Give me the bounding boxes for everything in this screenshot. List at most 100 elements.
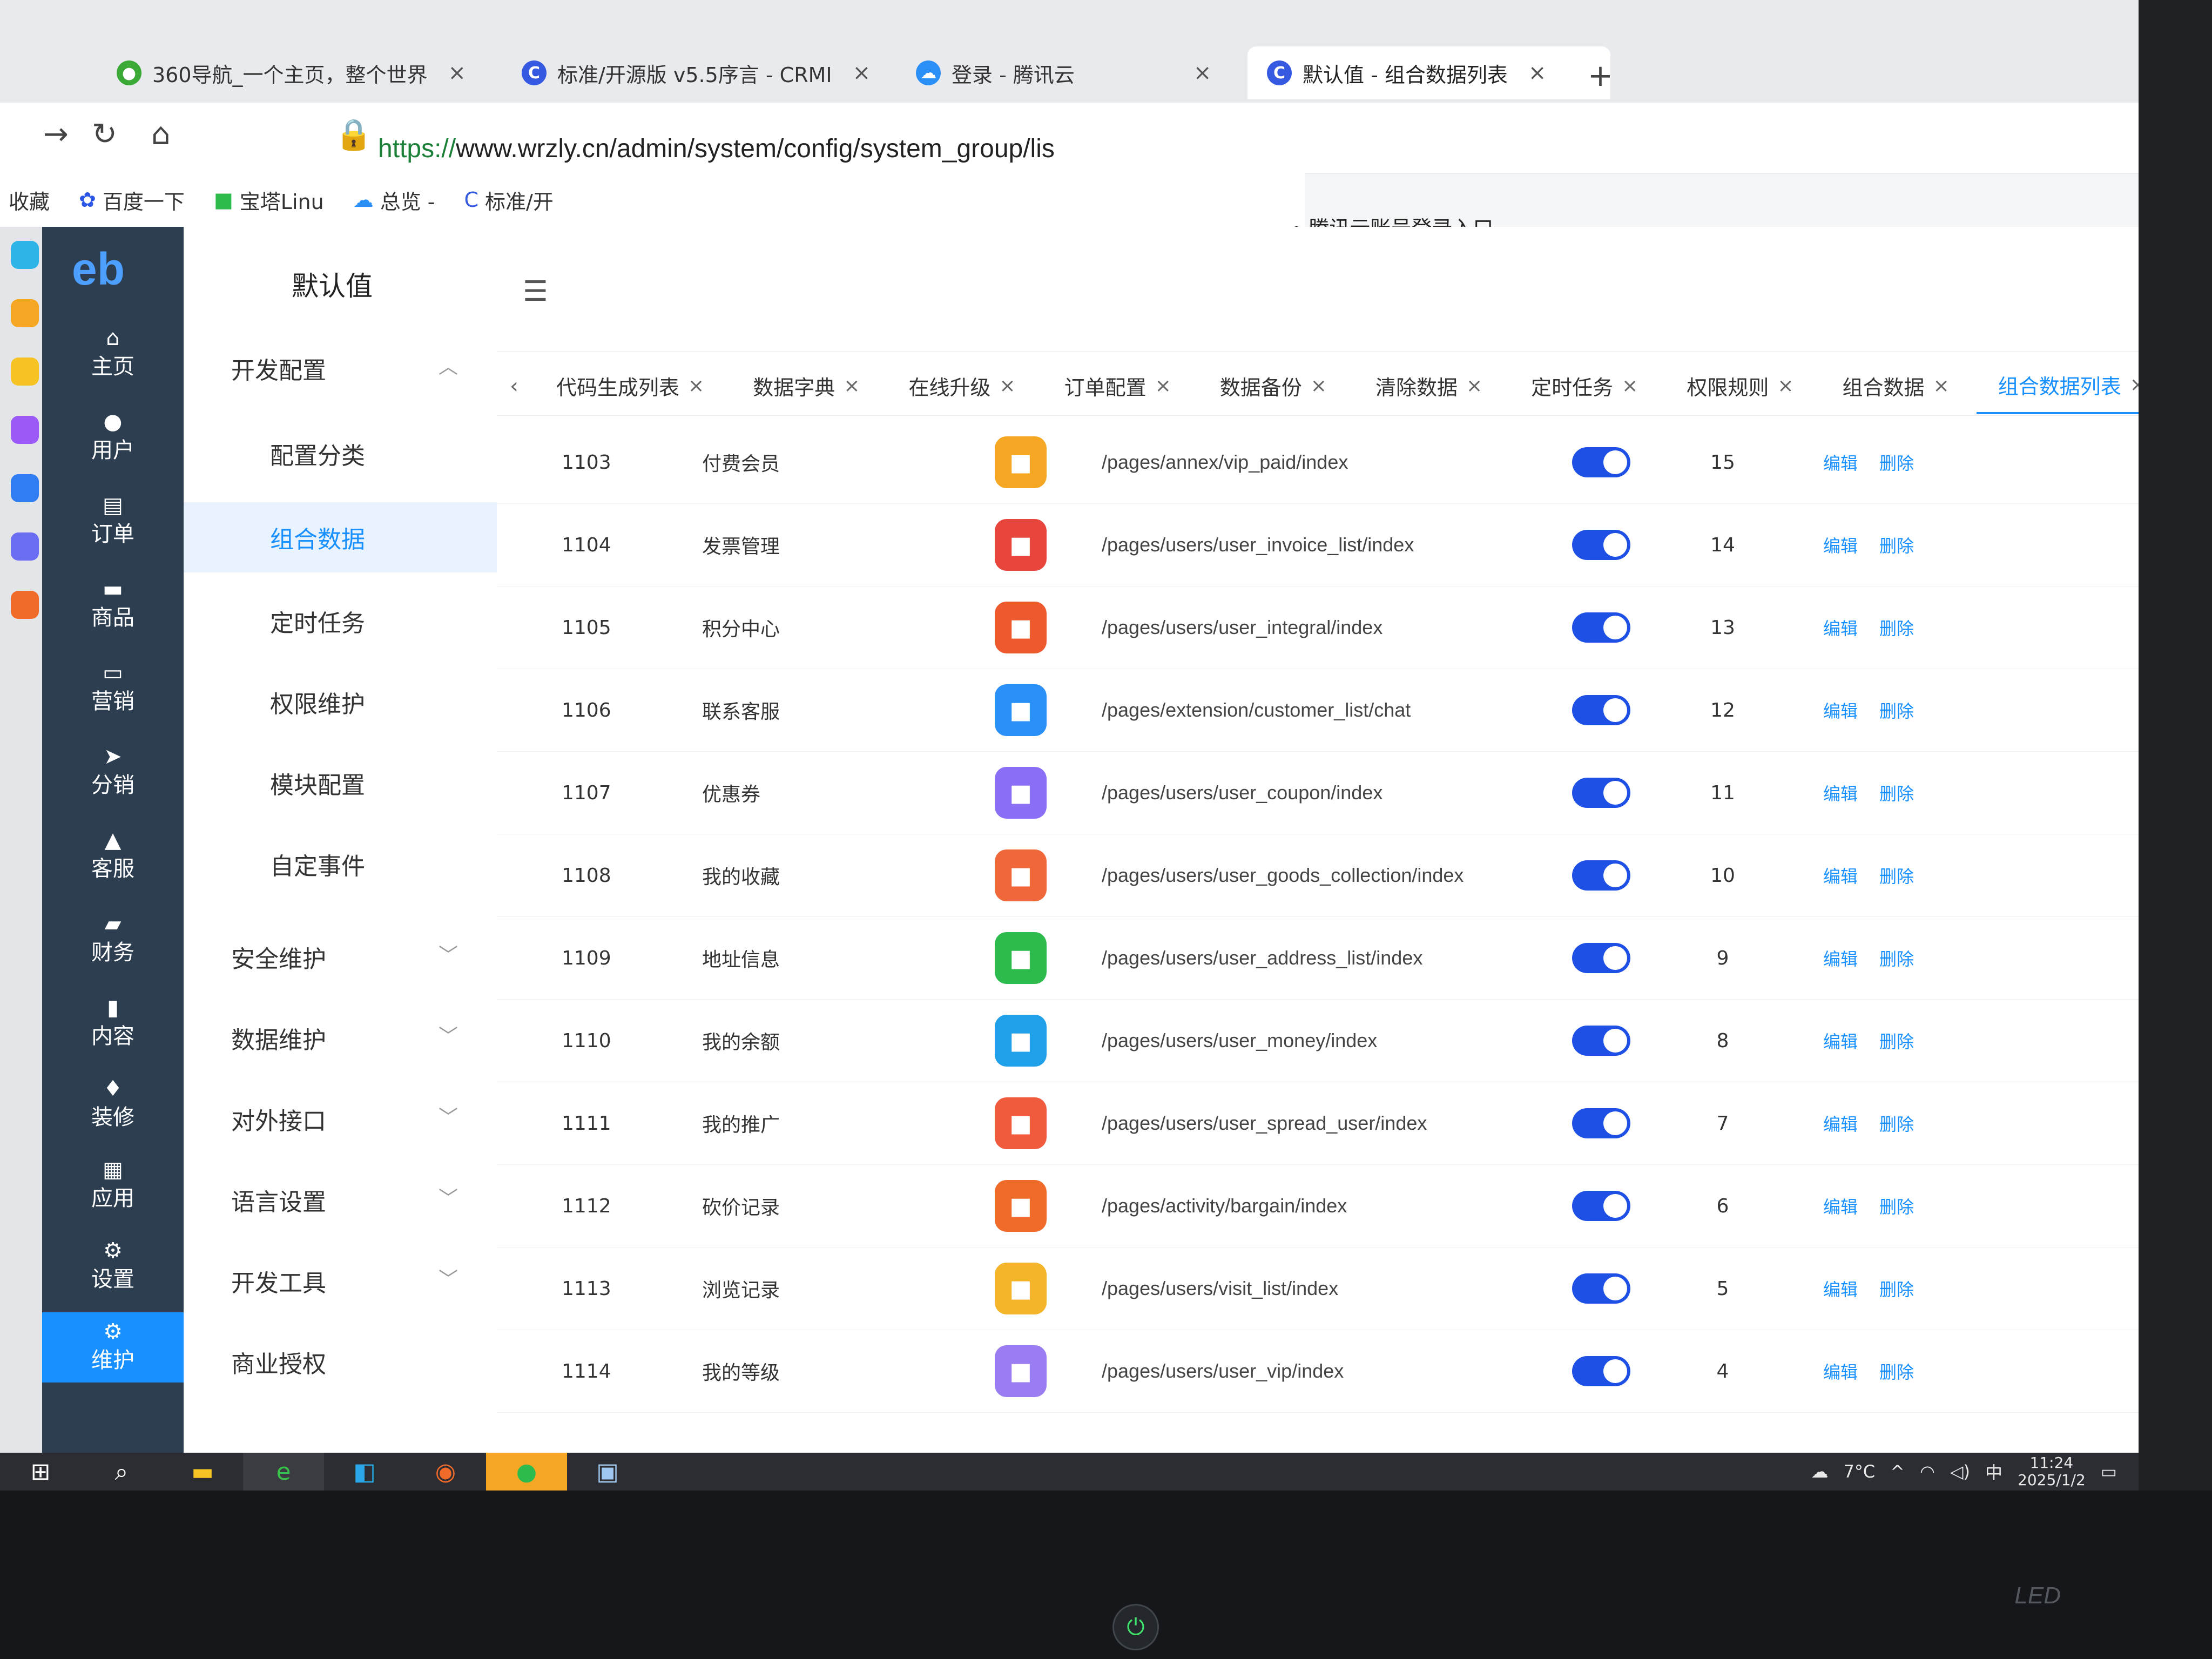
edit-link[interactable]: 编辑 bbox=[1823, 1359, 1858, 1384]
status-toggle[interactable] bbox=[1572, 1356, 1630, 1386]
nav-maintenance[interactable]: ⚙ 维护 bbox=[42, 1312, 184, 1382]
search-icon[interactable]: ⌕ bbox=[81, 1453, 162, 1491]
status-toggle[interactable] bbox=[1572, 1026, 1630, 1056]
nav-home[interactable]: ⌂ 主页 bbox=[42, 319, 184, 389]
collapse-menu-icon[interactable]: ☰ bbox=[523, 275, 548, 308]
status-toggle[interactable] bbox=[1572, 1108, 1630, 1138]
submenu-item[interactable]: 定时任务 bbox=[184, 586, 497, 656]
status-toggle[interactable] bbox=[1572, 695, 1630, 725]
weather-text[interactable]: 7°C bbox=[1843, 1461, 1875, 1482]
nav-product[interactable]: ▬ 商品 bbox=[42, 570, 184, 640]
volume-icon[interactable]: ◁) bbox=[1950, 1461, 1970, 1482]
rail-app-icon[interactable] bbox=[11, 532, 39, 561]
file-explorer-icon[interactable]: ▬ bbox=[162, 1453, 243, 1491]
status-toggle[interactable] bbox=[1572, 1273, 1630, 1304]
delete-link[interactable]: 删除 bbox=[1879, 450, 1914, 475]
status-toggle[interactable] bbox=[1572, 1191, 1630, 1221]
delete-link[interactable]: 删除 bbox=[1879, 1276, 1914, 1301]
new-tab-button[interactable]: + bbox=[1588, 58, 1613, 93]
nav-user[interactable]: ● 用户 bbox=[42, 402, 184, 473]
app-icon[interactable]: ◧ bbox=[324, 1453, 405, 1491]
edit-link[interactable]: 编辑 bbox=[1823, 780, 1858, 805]
delete-link[interactable]: 删除 bbox=[1879, 1028, 1914, 1053]
submenu-group[interactable]: 开发工具 ﹀ bbox=[231, 1264, 458, 1298]
tag-item[interactable]: 定时任务 × bbox=[1509, 359, 1660, 413]
home-icon[interactable]: ⌂ bbox=[151, 117, 171, 152]
power-icon[interactable]: ⏻ bbox=[1112, 1604, 1159, 1650]
tag-item-active[interactable]: 组合数据列表 × bbox=[1976, 358, 2139, 414]
clock[interactable]: 11:24 2025/1/2 bbox=[2018, 1454, 2086, 1489]
status-toggle[interactable] bbox=[1572, 447, 1630, 477]
edit-link[interactable]: 编辑 bbox=[1823, 1028, 1858, 1053]
status-toggle[interactable] bbox=[1572, 860, 1630, 891]
tag-item[interactable]: 订单配置 × bbox=[1043, 359, 1193, 413]
submenu-group[interactable]: 安全维护 ﹀ bbox=[231, 940, 458, 974]
tag-item[interactable]: 清除数据 × bbox=[1354, 359, 1504, 413]
submenu-item[interactable]: 自定事件 bbox=[184, 829, 497, 899]
url-field[interactable]: https://www.wrzly.cn/admin/system/config… bbox=[378, 134, 1055, 164]
nav-order[interactable]: ▤ 订单 bbox=[42, 486, 184, 556]
delete-link[interactable]: 删除 bbox=[1879, 1193, 1914, 1218]
notification-icon[interactable]: ▭ bbox=[2101, 1461, 2117, 1482]
tag-item[interactable]: 代码生成列表 × bbox=[535, 359, 726, 413]
browser-tab[interactable]: C 标准/开源版 v5.5序言 - CRMI × bbox=[502, 46, 919, 99]
status-toggle[interactable] bbox=[1572, 612, 1630, 643]
bookmark-item[interactable]: ✿ 百度一下 bbox=[79, 185, 185, 215]
rail-app-icon[interactable] bbox=[11, 416, 39, 444]
nav-customer-service[interactable]: ▲ 客服 bbox=[42, 821, 184, 891]
submenu-group[interactable]: 商业授权 bbox=[231, 1345, 458, 1379]
close-icon[interactable]: × bbox=[1466, 375, 1482, 397]
nav-marketing[interactable]: ▭ 营销 bbox=[42, 653, 184, 724]
close-icon[interactable]: × bbox=[1311, 375, 1327, 397]
remote-desktop-icon[interactable]: ▣ bbox=[567, 1453, 648, 1491]
rail-app-icon[interactable] bbox=[11, 591, 39, 619]
wechat-icon[interactable]: ● bbox=[486, 1453, 567, 1491]
edit-link[interactable]: 编辑 bbox=[1823, 1276, 1858, 1301]
delete-link[interactable]: 删除 bbox=[1879, 1111, 1914, 1136]
delete-link[interactable]: 删除 bbox=[1879, 615, 1914, 640]
nav-apps[interactable]: ▦ 应用 bbox=[42, 1150, 184, 1220]
delete-link[interactable]: 删除 bbox=[1879, 863, 1914, 888]
edit-link[interactable]: 编辑 bbox=[1823, 1193, 1858, 1218]
chevron-up-icon[interactable]: ^ bbox=[1890, 1461, 1905, 1482]
close-icon[interactable]: × bbox=[999, 375, 1015, 397]
close-icon[interactable]: × bbox=[448, 60, 467, 85]
close-icon[interactable]: × bbox=[1155, 375, 1171, 397]
submenu-item[interactable]: 模块配置 bbox=[184, 748, 497, 818]
submenu-group-dev-config[interactable]: 开发配置 ︿ bbox=[231, 351, 458, 386]
tag-item[interactable]: 权限规则 × bbox=[1665, 359, 1815, 413]
close-icon[interactable]: × bbox=[844, 375, 860, 397]
app-icon[interactable]: ◉ bbox=[405, 1453, 486, 1491]
ime-indicator[interactable]: 中 bbox=[1985, 1459, 2002, 1484]
submenu-group[interactable]: 数据维护 ﹀ bbox=[231, 1021, 458, 1055]
edit-link[interactable]: 编辑 bbox=[1823, 1111, 1858, 1136]
edit-link[interactable]: 编辑 bbox=[1823, 532, 1858, 557]
bookmark-item[interactable]: ☁ 总览 - bbox=[353, 185, 435, 215]
reload-icon[interactable]: ↻ bbox=[92, 117, 117, 152]
browser-icon[interactable]: e bbox=[243, 1453, 324, 1491]
edit-link[interactable]: 编辑 bbox=[1823, 698, 1858, 723]
submenu-group[interactable]: 语言设置 ﹀ bbox=[231, 1183, 458, 1217]
tag-item[interactable]: 数据字典 × bbox=[731, 359, 881, 413]
rail-app-icon[interactable] bbox=[11, 299, 39, 327]
nav-content[interactable]: ▮ 内容 bbox=[42, 988, 184, 1058]
tag-item[interactable]: 数据备份 × bbox=[1198, 359, 1348, 413]
bookmark-item[interactable]: C 标准/开 bbox=[464, 185, 553, 215]
rail-app-icon[interactable] bbox=[11, 474, 39, 502]
nav-finance[interactable]: ▰ 财务 bbox=[42, 905, 184, 975]
browser-tab[interactable]: ☁ 登录 - 腾讯云 × bbox=[896, 46, 1281, 99]
close-icon[interactable]: × bbox=[1622, 375, 1638, 397]
nav-distribution[interactable]: ➤ 分销 bbox=[42, 737, 184, 807]
close-icon[interactable]: × bbox=[1777, 375, 1793, 397]
submenu-item[interactable]: 权限维护 bbox=[184, 667, 497, 737]
status-toggle[interactable] bbox=[1572, 530, 1630, 560]
close-icon[interactable]: × bbox=[2130, 374, 2139, 396]
rail-app-icon[interactable] bbox=[11, 241, 39, 269]
edit-link[interactable]: 编辑 bbox=[1823, 863, 1858, 888]
close-icon[interactable]: × bbox=[853, 60, 871, 85]
submenu-group[interactable]: 对外接口 ﹀ bbox=[231, 1102, 458, 1136]
windows-start-icon[interactable]: ⊞ bbox=[0, 1453, 81, 1491]
browser-tab[interactable]: ● 360导航_一个主页，整个世界 × bbox=[97, 46, 514, 99]
close-icon[interactable]: × bbox=[1933, 375, 1950, 397]
submenu-item-active[interactable]: 组合数据 bbox=[184, 502, 497, 572]
